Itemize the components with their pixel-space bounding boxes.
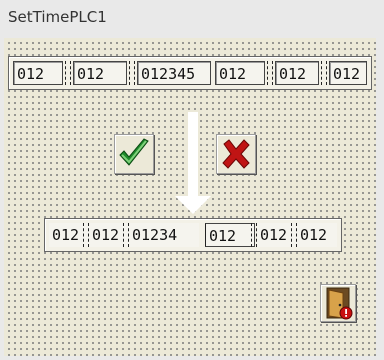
checkmark-icon	[119, 138, 149, 166]
bottom-field-3[interactable]: 01234	[129, 223, 199, 247]
top-field-5[interactable]: 012	[275, 61, 319, 85]
top-field-1[interactable]: 012	[13, 61, 63, 85]
door-exit-icon	[326, 287, 353, 320]
x-icon	[222, 139, 250, 169]
separator	[65, 61, 71, 85]
confirm-button[interactable]	[114, 134, 154, 174]
form-canvas: 012 012 012345 012 012 012 012 012 01234…	[4, 38, 376, 356]
cancel-button[interactable]	[216, 134, 256, 174]
separator	[267, 61, 273, 85]
separator	[129, 61, 135, 85]
title-bar: SetTimePLC1	[0, 0, 384, 38]
top-field-6[interactable]: 012	[329, 61, 367, 85]
down-arrow-icon	[175, 196, 211, 214]
bottom-field-6[interactable]: 012	[297, 223, 337, 247]
window-title: SetTimePLC1	[8, 8, 107, 26]
source-time-fields: 012 012 012345 012 012 012	[8, 56, 372, 90]
target-time-fields: 012 012 01234 012 012 012	[44, 218, 342, 252]
bottom-field-4[interactable]: 012	[205, 223, 255, 247]
down-arrow-stem	[188, 112, 198, 198]
window: SetTimePLC1 012 012 012345 012 012 012 0…	[0, 0, 384, 360]
exit-button[interactable]	[320, 284, 356, 322]
separator	[321, 61, 327, 85]
top-field-4[interactable]: 012	[215, 61, 265, 85]
top-field-3[interactable]: 012345	[137, 61, 211, 85]
top-field-2[interactable]: 012	[73, 61, 127, 85]
